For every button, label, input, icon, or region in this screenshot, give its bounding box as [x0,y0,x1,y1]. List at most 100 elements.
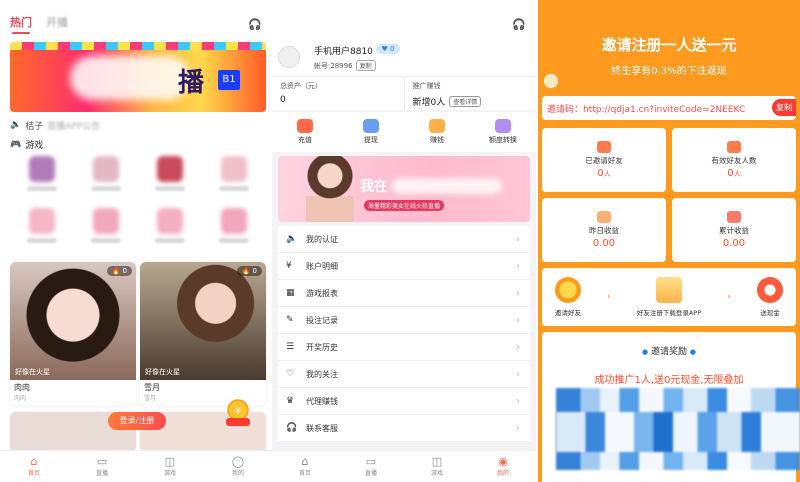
game-item[interactable] [138,156,202,200]
speaker-icon: 🔈 [286,234,298,244]
menu-label: 联系客服 [306,423,338,433]
banner-logo-text: 播 [178,68,207,98]
game-label [219,238,249,243]
invite-subtitle: 终生享有0.3%的下注返现 [611,66,727,77]
menu-item-history[interactable]: ☰ 开奖历史 › [278,334,530,361]
user-lock-icon [727,141,741,153]
invite-friends-icon [555,277,582,303]
tab-label: 首页 [298,470,311,477]
bottom-tabbar: ⌂ 首页 ▭ 直播 ◫ 游戏 ◯ 我的 [0,450,272,482]
chevron-right-icon: › [516,233,520,245]
live-card[interactable]: 🔥 0 好像在火星 雪月 雪月 [140,262,266,406]
invite-stats: 已邀请好友 0人 有效好友人数 0人 昨日收益 0.00 累计收益 0.00 [542,128,796,262]
video-icon: ▭ [365,455,377,468]
tab-home[interactable]: ⌂ 首页 [272,451,338,482]
game-item[interactable] [10,208,74,252]
notice-label: 桔子 [25,121,44,132]
tab-mine[interactable]: ◯ 我的 [204,451,272,482]
reward-title: ● 邀请奖励 ● [642,347,696,357]
reward-badge-icon[interactable]: ¥ [222,398,254,428]
money-bag-icon [597,211,611,223]
video-icon: ▭ [96,455,108,468]
avatar[interactable] [278,46,300,68]
notice-bar[interactable]: 🔈 桔子 直播APP公告 [10,118,266,132]
home-screen: 热门 开播 🎧 播 B1 🔈 桔子 直播APP公告 🎮 游戏 🔥 0 好像在火星 [0,0,272,482]
earn-button[interactable]: 赚钱 [404,112,470,152]
profile-menu: 🔈 我的认证 › ¥ 账户明细 › ▦ 游戏报表 › ✎ 投注记录 › ☰ 开奖历史 › ♡ 我的关注… [278,226,530,442]
menu-label: 开奖历史 [306,342,338,352]
home-banner[interactable]: 播 B1 [10,42,266,112]
menu-item-follow[interactable]: ♡ 我的关注 › [278,361,530,388]
action-label: 额度转换 [489,136,517,144]
stat-label: 有效好友人数 [711,156,757,165]
menu-item-agent[interactable]: ♛ 代理赚钱 › [278,388,530,415]
copy-button[interactable]: 复制 [355,60,376,71]
stat-total: 累计收益 0.00 [672,198,796,262]
copy-button[interactable]: 复制 [772,99,796,116]
stat-value: 0人 [597,168,611,179]
action-label: 赚钱 [430,136,444,144]
game-icon [221,208,247,234]
friends-icon [597,141,611,153]
game-item[interactable] [202,208,266,252]
recharge-button[interactable]: 充值 [272,112,338,152]
tab-hot[interactable]: 热门 [10,14,32,34]
total-assets: 总资产（元） 0 [272,77,404,110]
avatar [544,74,558,88]
menu-item-verify[interactable]: 🔈 我的认证 › [278,226,530,253]
tab-live[interactable]: 开播 [46,14,68,30]
game-item[interactable] [74,156,138,200]
game-item[interactable] [74,208,138,252]
notice-text: 直播APP公告 [47,121,101,132]
menu-label: 代理赚钱 [306,396,338,406]
chevron-right-icon: › [516,395,520,407]
stat-value: 0.00 [592,238,616,249]
total-assets-label: 总资产（元） [280,82,322,90]
invite-code-text: 邀请码：http://qdja1.cn?inviteCode=2NEEKC [547,104,746,115]
tab-game[interactable]: ◫ 游戏 [404,451,470,482]
gamepad-icon: ◫ [431,455,443,468]
banner-subtitle: 海量精彩美女在线火热直播 [364,200,445,211]
tab-mine[interactable]: ◉ 我的 [470,451,536,482]
stat-invited: 已邀请好友 0人 [542,128,666,192]
invite-code-bar: 邀请码：http://qdja1.cn?inviteCode=2NEEKC 复制 [542,96,796,120]
menu-item-bets[interactable]: ✎ 投注记录 › [278,307,530,334]
chevron-right-icon: › [727,292,731,302]
card-name: 雪月 [144,383,160,392]
crown-icon: ♛ [286,396,295,406]
tab-live[interactable]: ▭ 直播 [338,451,404,482]
stat-yesterday: 昨日收益 0.00 [542,198,666,262]
banner-title: 我在 [360,176,502,196]
profile-banner[interactable]: 我在 海量精彩美女在线火热直播 [278,156,530,222]
pixelated-overlay [556,412,800,452]
tab-label: 直播 [95,470,108,477]
game-label [27,186,57,191]
stat-value: 0人 [727,168,741,179]
tab-home[interactable]: ⌂ 首页 [0,451,68,482]
recharge-icon [297,119,313,133]
menu-item-support[interactable]: 🎧 联系客服 › [278,415,530,442]
menu-item-account[interactable]: ¥ 账户明细 › [278,253,530,280]
game-item[interactable] [138,208,202,252]
login-button[interactable]: 登录/注册 [108,412,166,430]
invite-steps: 邀请好友 › 好友注册下载登录APP › 送现金 [542,268,796,326]
card-sub: 肉肉 [14,395,27,402]
game-item[interactable] [202,156,266,200]
stat-value: 0.00 [722,238,746,249]
stat-valid: 有效好友人数 0人 [672,128,796,192]
live-card[interactable]: 🔥 0 好像在火星 肉肉 肉肉 [10,262,136,406]
banner-badge: B1 [218,70,240,90]
detail-button[interactable]: 查看详情 [449,96,482,107]
withdraw-button[interactable]: 提现 [338,112,404,152]
gamepad-icon: ◫ [164,455,176,468]
headset-icon[interactable]: 🎧 [248,18,262,31]
game-item[interactable] [10,156,74,200]
headset-icon[interactable]: 🎧 [512,18,526,31]
transfer-button[interactable]: 额度转换 [470,112,536,152]
tab-live[interactable]: ▭ 直播 [68,451,136,482]
stat-label: 已邀请好友 [585,156,623,165]
tab-game[interactable]: ◫ 游戏 [136,451,204,482]
menu-item-report[interactable]: ▦ 游戏报表 › [278,280,530,307]
heart-icon: ♡ [286,369,295,379]
game-grid [10,156,266,252]
